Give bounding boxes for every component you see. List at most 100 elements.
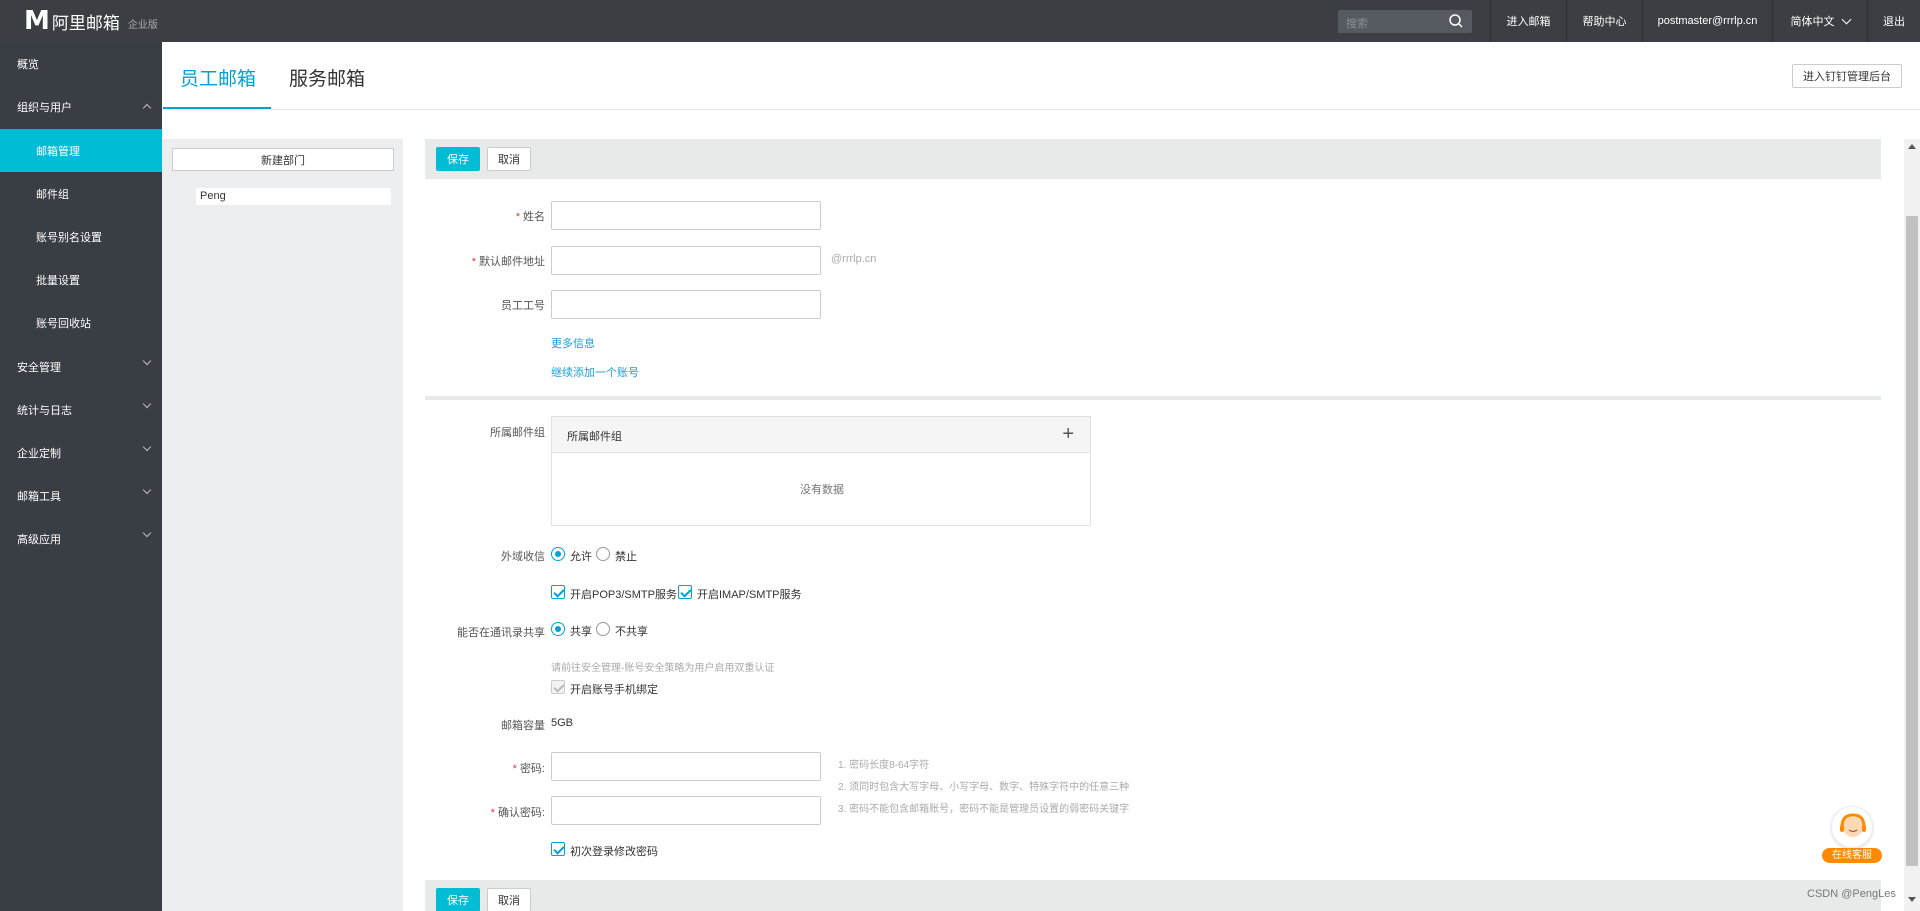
sidebar-item-label: 企业定制 [17, 447, 61, 460]
first-login-change-password-label: 初次登录修改密码 [570, 846, 658, 858]
mail-group-label: 所属邮件组 [490, 427, 545, 439]
sidebar-item-advanced-apps[interactable]: 高级应用 [0, 517, 162, 560]
phone-binding-label: 开启账号手机绑定 [570, 684, 658, 696]
sidebar-item-label: 高级应用 [17, 533, 61, 546]
deny-radio[interactable] [596, 547, 610, 561]
address-book-share-label: 能否在通讯录共享 [457, 627, 545, 639]
plus-icon[interactable]: + [1062, 423, 1074, 446]
account-menu[interactable]: postmaster@rrrlp.cn [1642, 0, 1772, 42]
external-mail-label: 外域收信 [501, 551, 545, 563]
imap-label: 开启IMAP/SMTP服务 [697, 589, 802, 601]
logout-label: 退出 [1883, 16, 1905, 28]
account-label: postmaster@rrrlp.cn [1657, 15, 1758, 27]
sidebar-item-label: 邮箱管理 [36, 145, 80, 158]
password-label: * 密码: [512, 763, 545, 775]
sidebar-item-label: 概览 [17, 58, 39, 71]
tab-bar [162, 42, 1920, 110]
no-share-radio[interactable] [596, 622, 610, 636]
more-info-link[interactable]: 更多信息 [551, 335, 595, 351]
dingtalk-admin-button[interactable]: 进入钉钉管理后台 [1792, 64, 1902, 88]
sidebar-item-mailbox-mgmt[interactable]: 邮箱管理 [0, 129, 162, 172]
imap-checkbox[interactable] [678, 585, 692, 599]
enter-mail-link[interactable]: 进入邮箱 [1490, 0, 1566, 42]
department-item[interactable]: Peng [196, 188, 391, 205]
chevron-down-icon [142, 442, 152, 452]
search-placeholder: 搜索 [1346, 18, 1368, 30]
customer-service-icon [1831, 806, 1873, 848]
domain-suffix: @rrrlp.cn [831, 253, 877, 265]
scroll-up-arrow-icon[interactable] [1908, 144, 1916, 149]
chevron-up-icon [142, 103, 152, 113]
form-toolbar-bottom: 保存 取消 [425, 880, 1881, 911]
search-input[interactable]: 搜索 [1338, 10, 1472, 33]
customer-service-label: 在线客服 [1822, 848, 1882, 863]
sidebar-item-label: 账号回收站 [36, 317, 91, 330]
password-rule-1: 1. 密码长度8-64字符 [838, 760, 930, 771]
online-customer-service[interactable]: 在线客服 [1822, 806, 1882, 864]
allow-label: 允许 [570, 551, 592, 563]
cancel-button[interactable]: 取消 [487, 888, 531, 911]
watermark: CSDN @PengLes [1807, 888, 1896, 900]
mail-group-header: 所属邮件组 + [552, 417, 1090, 453]
logo[interactable]: M 阿里邮箱 企业版 [24, 6, 158, 36]
share-label: 共享 [570, 626, 592, 638]
sidebar-item-label: 安全管理 [17, 361, 61, 374]
no-share-label: 不共享 [615, 626, 648, 638]
sidebar-item-label: 统计与日志 [17, 404, 72, 417]
search-icon[interactable] [1448, 13, 1464, 29]
phone-binding-checkbox [551, 680, 565, 694]
password-rule-3: 3. 密码不能包含邮箱账号，密码不能是管理员设置的弱密码关键字 [838, 804, 1130, 815]
language-label: 简体中文 [1790, 16, 1835, 28]
confirm-password-field[interactable] [551, 796, 821, 825]
deny-label: 禁止 [615, 551, 637, 563]
sidebar-item-enterprise-custom[interactable]: 企业定制 [0, 431, 162, 474]
save-button[interactable]: 保存 [436, 888, 480, 911]
sidebar-item-batch-settings[interactable]: 批量设置 [0, 258, 162, 301]
sidebar-item-label: 账号别名设置 [36, 231, 102, 244]
language-select[interactable]: 简体中文 [1772, 0, 1867, 42]
logo-text: 阿里邮箱 [51, 13, 120, 33]
tab-service-mailbox[interactable]: 服务邮箱 [289, 64, 365, 91]
sidebar-item-alias-settings[interactable]: 账号别名设置 [0, 215, 162, 258]
scroll-down-arrow-icon[interactable] [1908, 897, 1916, 902]
help-center-link[interactable]: 帮助中心 [1566, 0, 1642, 42]
sidebar-item-label: 组织与用户 [17, 101, 72, 114]
sidebar-item-security[interactable]: 安全管理 [0, 345, 162, 388]
name-field[interactable] [551, 201, 821, 230]
capacity-label: 邮箱容量 [501, 720, 545, 732]
allow-radio[interactable] [551, 547, 565, 561]
sidebar-item-mail-tools[interactable]: 邮箱工具 [0, 474, 162, 517]
pop3-checkbox[interactable] [551, 585, 565, 599]
pop3-label: 开启POP3/SMTP服务 [570, 589, 677, 601]
first-login-change-password-checkbox[interactable] [551, 842, 565, 856]
cancel-button[interactable]: 取消 [487, 147, 531, 171]
add-another-account-link[interactable]: 继续添加一个账号 [551, 364, 639, 380]
password-field[interactable] [551, 752, 821, 781]
email-field[interactable] [551, 246, 821, 275]
sidebar-item-org-users[interactable]: 组织与用户 [0, 85, 162, 128]
top-bar: M 阿里邮箱 企业版 搜索 进入邮箱 帮助中心 postmaster@rrrlp… [0, 0, 1920, 42]
sidebar-item-label: 邮箱工具 [17, 490, 61, 503]
sidebar-item-recycle-bin[interactable]: 账号回收站 [0, 301, 162, 344]
scrollbar-thumb[interactable] [1906, 216, 1918, 866]
name-label: * 姓名 [515, 211, 545, 223]
tab-employee-mailbox[interactable]: 员工邮箱 [180, 64, 256, 91]
mail-group-header-title: 所属邮件组 [567, 431, 622, 443]
share-radio[interactable] [551, 622, 565, 636]
security-hint: 请前往安全管理-账号安全策略为用户启用双重认证 [551, 663, 775, 674]
sidebar-item-label: 批量设置 [36, 274, 80, 287]
section-divider [425, 396, 1881, 400]
employee-id-field[interactable] [551, 290, 821, 319]
email-label: * 默认邮件地址 [471, 256, 545, 268]
sidebar-item-overview[interactable]: 概览 [0, 42, 162, 85]
sidebar-item-label: 邮件组 [36, 188, 69, 201]
active-tab-indicator [163, 107, 271, 109]
capacity-value: 5GB [551, 717, 574, 729]
sidebar-item-stats-logs[interactable]: 统计与日志 [0, 388, 162, 431]
mail-group-table: 所属邮件组 + 没有数据 [551, 416, 1091, 526]
logout-link[interactable]: 退出 [1867, 0, 1920, 42]
password-rule-2: 2. 须同时包含大写字母、小写字母、数字、特殊字符中的任意三种 [838, 782, 1130, 793]
save-button[interactable]: 保存 [436, 147, 480, 171]
new-department-button[interactable]: 新建部门 [172, 148, 394, 171]
sidebar-item-mail-group[interactable]: 邮件组 [0, 172, 162, 215]
